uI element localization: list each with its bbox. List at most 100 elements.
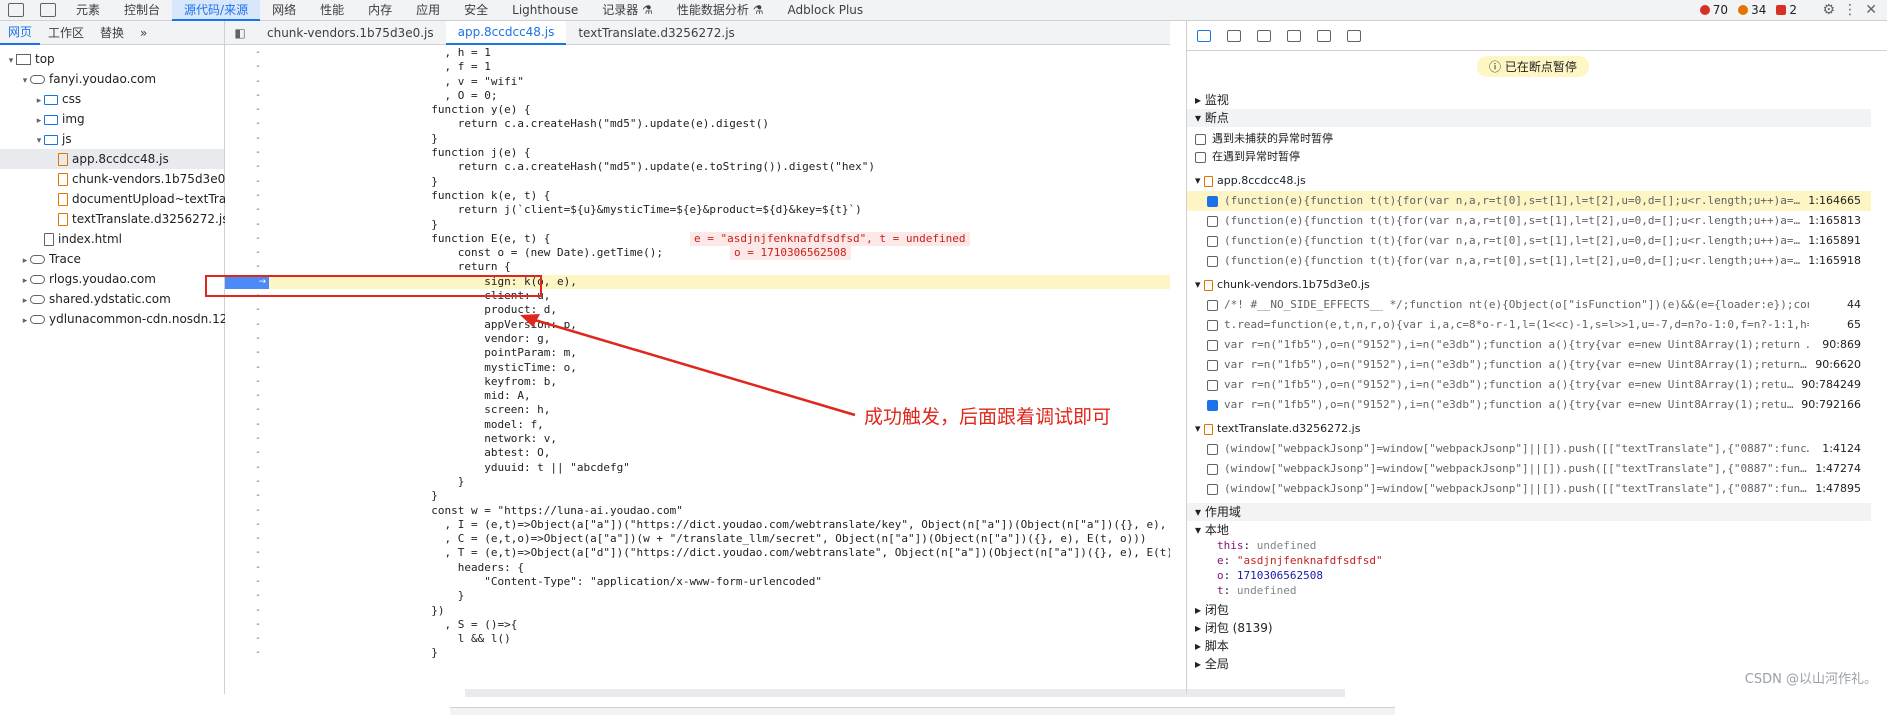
- panel-tab[interactable]: 安全: [452, 0, 500, 21]
- resume-icon[interactable]: [1197, 29, 1211, 42]
- navigator-tab[interactable]: 网页: [0, 21, 41, 45]
- expand-toggle-icon[interactable]: ▾: [20, 71, 30, 91]
- line-gutter[interactable]: -: [255, 446, 275, 460]
- breakpoint-item[interactable]: (function(e){function t(t){for(var n,a,r…: [1187, 251, 1871, 271]
- line-gutter[interactable]: -: [255, 489, 275, 503]
- pause-option[interactable]: 遇到未捕获的异常时暂停: [1187, 129, 1871, 149]
- scope-variable[interactable]: t: undefined: [1217, 584, 1296, 597]
- code-view[interactable]: - , h = 1- , f = 1- , v = "wifi" - , O = …: [225, 46, 1170, 686]
- line-gutter[interactable]: -: [255, 189, 275, 203]
- breakpoints-section[interactable]: ▾ 断点: [1187, 109, 1871, 127]
- line-gutter[interactable]: -: [255, 518, 275, 532]
- step-into-icon[interactable]: [1257, 29, 1271, 42]
- breakpoint-item[interactable]: (function(e){function t(t){for(var n,a,r…: [1187, 211, 1871, 231]
- line-gutter[interactable]: -: [255, 103, 275, 117]
- script-scope[interactable]: ▸ 脚本: [1187, 637, 1871, 655]
- breakpoint-file[interactable]: ▾ textTranslate.d3256272.js: [1187, 419, 1871, 439]
- expand-toggle-icon[interactable]: ▸: [34, 91, 44, 111]
- tree-item[interactable]: ▾ fanyi.youdao.com: [0, 69, 224, 89]
- line-gutter[interactable]: -: [255, 646, 275, 660]
- line-gutter[interactable]: -: [255, 175, 275, 189]
- line-gutter[interactable]: -: [255, 117, 275, 131]
- line-gutter[interactable]: -: [255, 203, 275, 217]
- local-scope[interactable]: ▾ 本地: [1187, 521, 1871, 539]
- line-gutter[interactable]: -: [255, 475, 275, 489]
- breakpoint-checkbox[interactable]: [1207, 299, 1218, 311]
- expand-toggle-icon[interactable]: ▸: [34, 111, 44, 131]
- line-gutter[interactable]: -: [255, 403, 275, 417]
- breakpoint-checkbox[interactable]: [1207, 359, 1218, 371]
- line-gutter[interactable]: -: [255, 246, 275, 260]
- panel-tab[interactable]: 元素: [64, 0, 112, 21]
- line-gutter[interactable]: -: [255, 89, 275, 103]
- line-gutter[interactable]: -: [255, 46, 275, 60]
- line-gutter[interactable]: -: [255, 389, 275, 403]
- step-over-icon[interactable]: [1227, 29, 1241, 42]
- checkbox[interactable]: [1195, 151, 1206, 163]
- line-gutter[interactable]: -: [255, 146, 275, 160]
- line-gutter[interactable]: -: [255, 132, 275, 146]
- breakpoint-checkbox[interactable]: [1207, 483, 1218, 495]
- step-out-icon[interactable]: [1287, 29, 1301, 42]
- breakpoint-checkbox[interactable]: [1207, 319, 1218, 331]
- line-gutter[interactable]: -: [255, 418, 275, 432]
- navigator-tab[interactable]: 工作区: [40, 22, 92, 44]
- expand-toggle-icon[interactable]: ▸: [20, 291, 30, 311]
- line-gutter[interactable]: -: [255, 532, 275, 546]
- tree-item[interactable]: ▾ js: [0, 129, 224, 149]
- watch-section[interactable]: ▸ 监视: [1187, 91, 1871, 109]
- tree-item[interactable]: ▸ shared.ydstatic.com: [0, 289, 224, 309]
- line-gutter[interactable]: -: [255, 432, 275, 446]
- warning-count[interactable]: 34: [1738, 3, 1766, 17]
- navigator-tab[interactable]: 替换: [92, 22, 132, 44]
- line-gutter[interactable]: -: [255, 232, 275, 246]
- line-gutter[interactable]: -: [255, 218, 275, 232]
- line-gutter[interactable]: -: [255, 375, 275, 389]
- breakpoint-item[interactable]: (function(e){function t(t){for(var n,a,r…: [1187, 231, 1871, 251]
- breakpoint-checkbox[interactable]: [1207, 255, 1218, 267]
- line-gutter[interactable]: -: [255, 332, 275, 346]
- breakpoint-item[interactable]: t.read=function(e,t,n,r,o){var i,a,c=8*o…: [1187, 315, 1871, 335]
- checkbox[interactable]: [1195, 133, 1206, 145]
- tree-item[interactable]: ▸ ydlunacommon-cdn.nosdn.127.n: [0, 309, 247, 331]
- panel-tab[interactable]: Adblock Plus: [775, 0, 875, 21]
- navigator-tab[interactable]: »: [132, 22, 155, 44]
- closure-scope-2[interactable]: ▸ 闭包 (8139): [1187, 619, 1871, 637]
- line-gutter[interactable]: -: [255, 604, 275, 618]
- breakpoint-item[interactable]: var r=n("1fb5"),o=n("9152"),i=n("e3db");…: [1187, 335, 1871, 355]
- breakpoint-item[interactable]: /*! #__NO_SIDE_EFFECTS__ */;function nt(…: [1187, 295, 1871, 315]
- expand-toggle-icon[interactable]: ▸: [20, 251, 30, 271]
- toggle-navigator-icon[interactable]: ◧: [225, 26, 255, 40]
- line-gutter[interactable]: -: [255, 60, 275, 74]
- editor-tab[interactable]: textTranslate.d3256272.js: [566, 22, 746, 44]
- breakpoint-checkbox[interactable]: [1207, 339, 1218, 351]
- breakpoint-item[interactable]: (function(e){function t(t){for(var n,a,r…: [1187, 191, 1871, 211]
- tree-item[interactable]: ▸ css: [0, 89, 224, 109]
- line-gutter[interactable]: -: [255, 504, 275, 518]
- issue-count[interactable]: 2: [1776, 3, 1797, 17]
- breakpoint-checkbox[interactable]: [1207, 195, 1218, 207]
- scope-variable[interactable]: e: "asdjnjfenknafdfsdfsd": [1217, 554, 1383, 567]
- line-gutter[interactable]: -: [255, 160, 275, 174]
- scope-variable[interactable]: o: 1710306562508: [1217, 569, 1323, 582]
- panel-tab[interactable]: 应用: [404, 0, 452, 21]
- breakpoint-file[interactable]: ▾ app.8ccdcc48.js: [1187, 171, 1871, 191]
- tree-item[interactable]: index.html: [0, 229, 224, 249]
- breakpoint-item[interactable]: (window["webpackJsonp"]=window["webpackJ…: [1187, 479, 1871, 499]
- breakpoint-checkbox[interactable]: [1207, 235, 1218, 247]
- panel-tab[interactable]: 网络: [260, 0, 308, 21]
- tree-item[interactable]: ▸ Trace: [0, 249, 224, 269]
- panel-tab[interactable]: 记录器 ⚗: [590, 0, 665, 21]
- breakpoint-checkbox[interactable]: [1207, 463, 1218, 475]
- expand-toggle-icon[interactable]: ▸: [20, 311, 30, 331]
- tree-item[interactable]: ▾ top: [0, 49, 224, 69]
- panel-tab[interactable]: 性能数据分析 ⚗: [665, 0, 776, 21]
- panel-tab[interactable]: 控制台: [112, 0, 172, 21]
- line-gutter[interactable]: -: [255, 260, 275, 274]
- tree-item[interactable]: textTranslate.d3256272.js: [0, 209, 228, 229]
- pause-option[interactable]: 在遇到异常时暂停: [1187, 147, 1871, 167]
- expand-toggle-icon[interactable]: ▾: [34, 131, 44, 151]
- issue-counters[interactable]: 70 34 2: [1699, 3, 1797, 17]
- tree-item[interactable]: chunk-vendors.1b75d3e0.js: [0, 169, 239, 189]
- editor-tab[interactable]: chunk-vendors.1b75d3e0.js: [255, 22, 446, 44]
